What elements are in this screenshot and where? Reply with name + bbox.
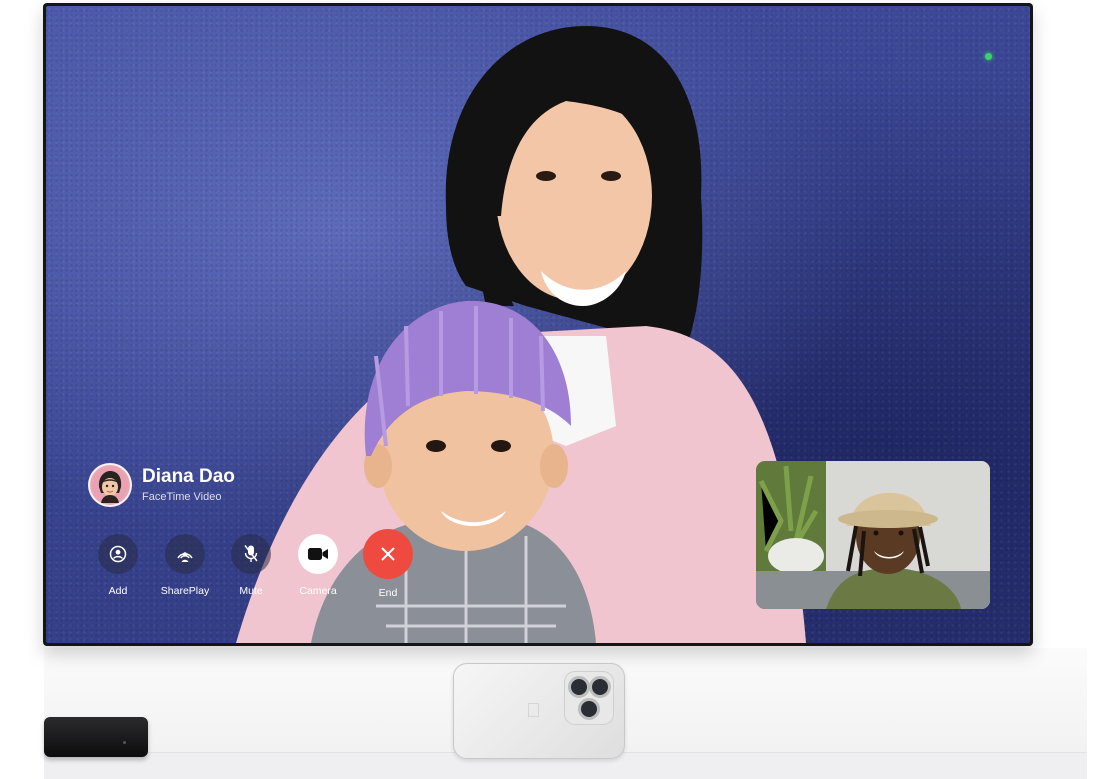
status-led — [123, 741, 126, 744]
camera-lens-icon — [568, 676, 590, 698]
camera-module — [564, 671, 614, 725]
call-type-label: FaceTime Video — [142, 491, 222, 503]
video-camera-icon — [308, 548, 328, 560]
add-label: Add — [108, 585, 128, 597]
caller-name: Diana Dao — [142, 466, 235, 487]
camera-button-circle[interactable] — [298, 534, 338, 574]
caller-info: Diana Dao FaceTime Video — [88, 463, 235, 507]
mute-button-circle[interactable] — [231, 534, 271, 574]
self-view-feed — [756, 461, 990, 609]
iphone-device:  — [453, 663, 625, 759]
end-call-button[interactable]: End — [358, 529, 418, 599]
shareplay-label: SharePlay — [160, 585, 210, 597]
facetime-screen: Diana Dao FaceTime Video Add SharePlay M… — [46, 6, 1030, 643]
add-button[interactable]: Add — [88, 534, 148, 597]
caller-avatar — [88, 463, 132, 507]
shareplay-button-circle[interactable] — [165, 534, 205, 574]
apple-logo-icon:  — [526, 700, 541, 723]
shareplay-icon — [177, 552, 193, 562]
camera-active-indicator — [985, 53, 992, 60]
camera-lens-icon — [578, 698, 600, 720]
shareplay-button[interactable]: SharePlay — [155, 534, 215, 597]
microphone-mute-icon — [244, 545, 258, 562]
person-add-icon — [109, 545, 127, 563]
end-call-button-circle[interactable] — [363, 529, 413, 579]
camera-lens-icon — [589, 676, 611, 698]
end-label: End — [378, 587, 398, 599]
mute-label: Mute — [239, 585, 263, 597]
add-button-circle[interactable] — [98, 534, 138, 574]
memoji-icon — [92, 467, 128, 503]
camera-button[interactable]: Camera — [288, 534, 348, 597]
tv-frame: Diana Dao FaceTime Video Add SharePlay M… — [43, 3, 1033, 646]
self-view-video[interactable] — [756, 461, 990, 609]
camera-label: Camera — [299, 585, 337, 597]
mute-button[interactable]: Mute — [221, 534, 281, 597]
close-icon — [381, 547, 395, 561]
apple-tv-device — [44, 717, 148, 757]
